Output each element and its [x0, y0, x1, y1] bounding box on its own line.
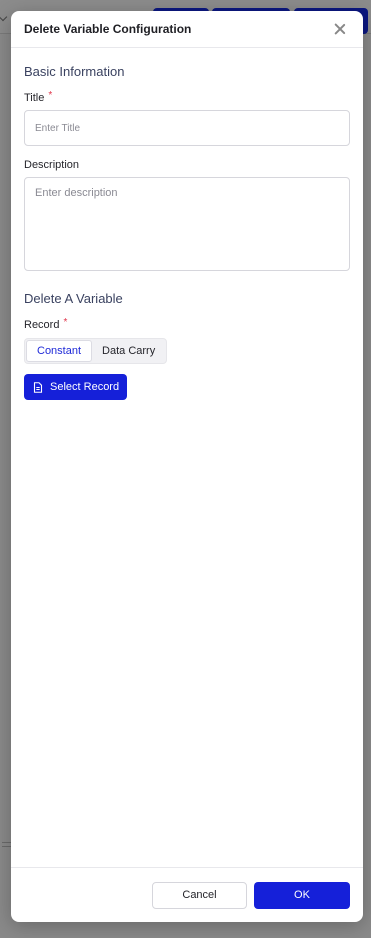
record-mode-constant[interactable]: Constant — [26, 340, 93, 362]
select-record-button[interactable]: Select Record — [24, 374, 128, 400]
modal-body: Basic Information Title * Description De… — [11, 64, 363, 400]
title-field-label: Title * — [24, 90, 350, 105]
close-icon[interactable] — [332, 21, 348, 37]
description-field-label: Description — [24, 159, 350, 171]
modal-footer: Cancel OK — [11, 867, 363, 922]
document-icon — [33, 381, 43, 393]
basic-info-heading: Basic Information — [24, 64, 125, 79]
required-marker: * — [63, 317, 68, 328]
description-input[interactable] — [24, 177, 350, 271]
delete-variable-heading: Delete A Variable — [24, 291, 123, 306]
background-marker — [2, 842, 11, 843]
record-mode-data-carry[interactable]: Data Carry — [92, 340, 165, 362]
record-label-text: Record — [24, 319, 60, 331]
title-input[interactable] — [24, 110, 350, 146]
modal-title: Delete Variable Configuration — [24, 22, 192, 36]
modal-header: Delete Variable Configuration — [11, 11, 363, 48]
select-record-label: Select Record — [50, 381, 120, 393]
delete-variable-modal: Delete Variable Configuration Basic Info… — [11, 11, 363, 922]
record-field-label: Record * — [24, 317, 350, 332]
cancel-button[interactable]: Cancel — [152, 881, 247, 909]
record-mode-toggle: Constant Data Carry — [24, 338, 168, 364]
required-marker: * — [48, 90, 53, 101]
title-label-text: Title — [24, 92, 45, 104]
ok-button[interactable]: OK — [254, 881, 350, 909]
description-label-text: Description — [24, 159, 80, 171]
